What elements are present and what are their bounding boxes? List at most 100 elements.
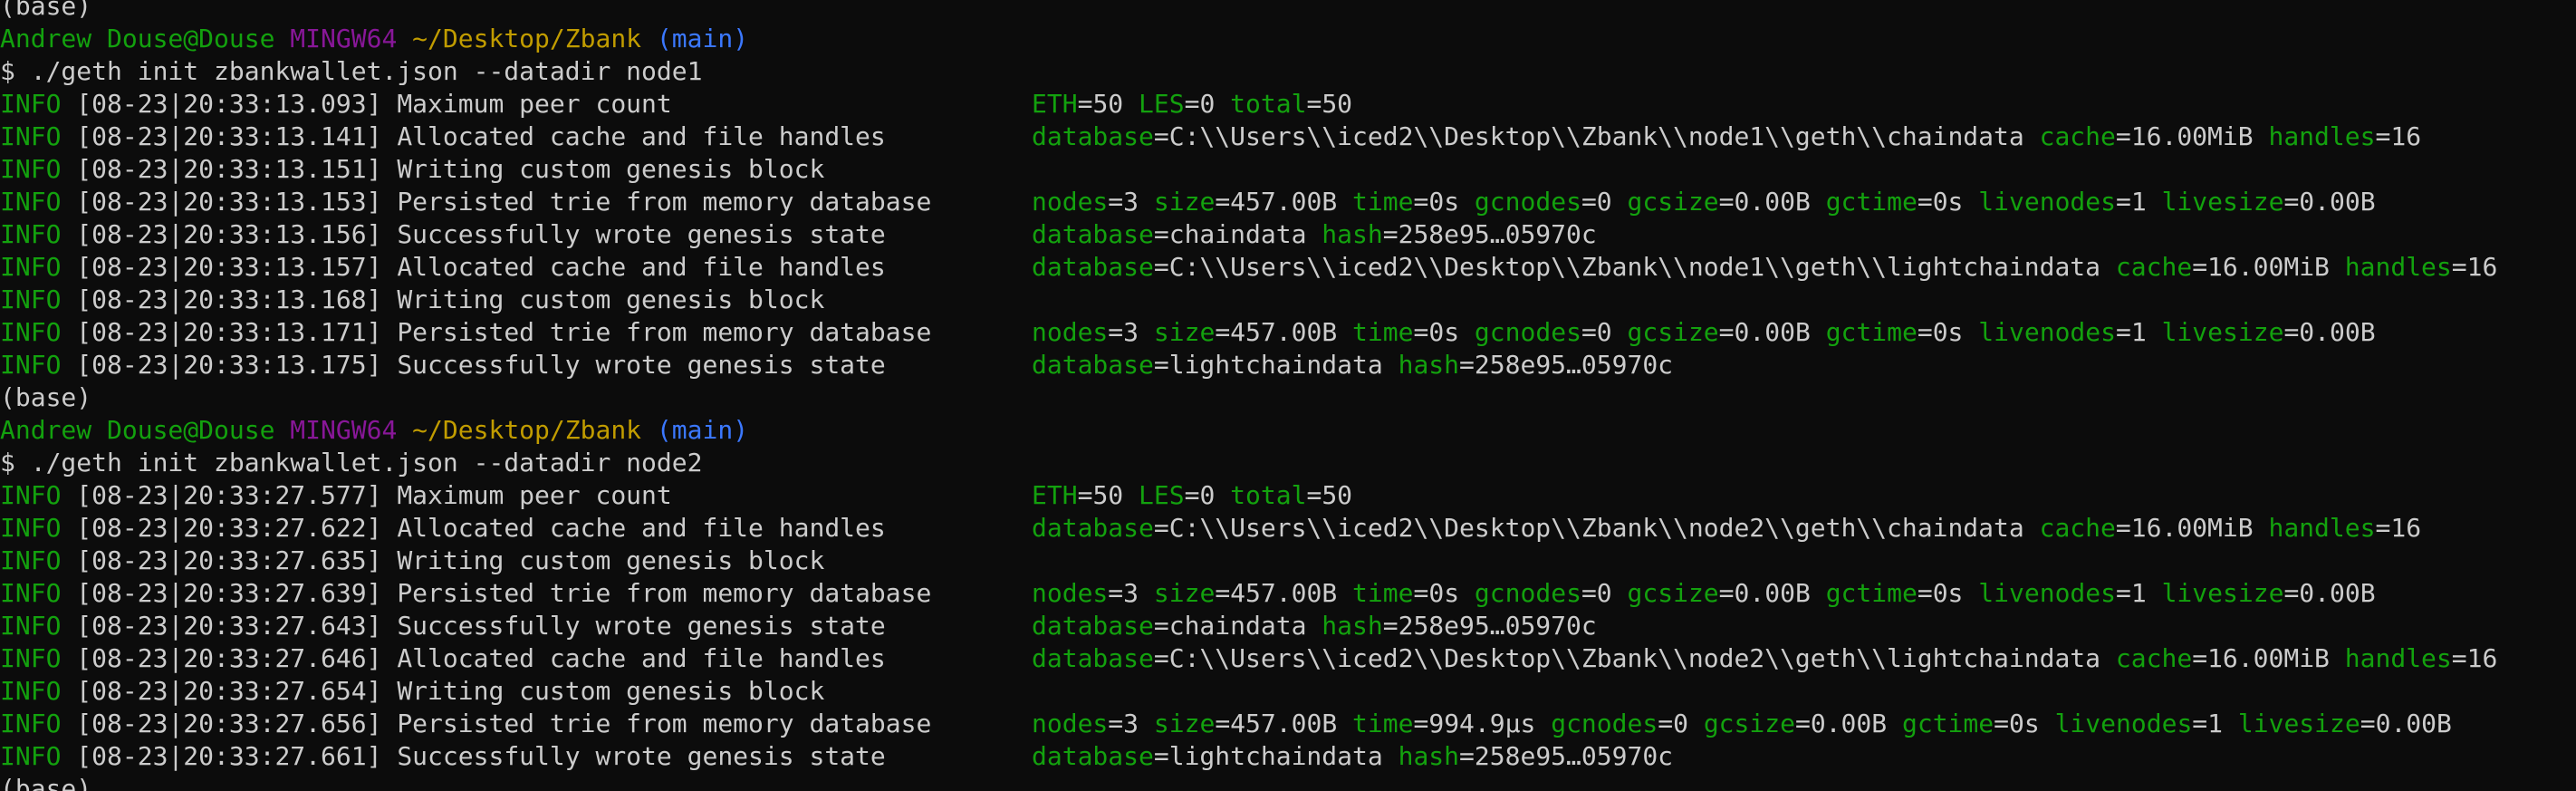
log-context-value: 457.00B (1230, 709, 1338, 738)
log-message: Allocated cache and file handles (397, 252, 886, 282)
log-message: Persisted trie from memory database (397, 317, 932, 347)
log-context-key: cache (2039, 121, 2116, 151)
log-context-equals: = (1077, 89, 1093, 119)
log-context-key: cache (2115, 252, 2193, 282)
log-context-equals: = (1459, 741, 1475, 771)
log-context-column: database=lightchaindata hash=258e95…0597… (1032, 740, 1673, 773)
log-level: INFO (0, 741, 62, 771)
log-message-column: INFO [08-23|20:33:27.577] Maximum peer c… (0, 479, 672, 512)
log-context-value: 0.00B (2299, 187, 2376, 217)
log-context-value: 258e95…05970c (1398, 611, 1597, 641)
log-context-value: 0 (1199, 89, 1216, 119)
log-message-column: INFO [08-23|20:33:27.635] Writing custom… (0, 545, 824, 577)
log-context-value: 258e95…05970c (1474, 741, 1674, 771)
log-context-equals: = (1917, 187, 1933, 217)
log-timestamp: [08-23|20:33:27.643] (76, 611, 382, 641)
shell-prompt: Andrew Douse@Douse MINGW64 ~/Desktop/Zba… (0, 23, 748, 55)
log-context-equals: = (1581, 578, 1597, 608)
log-message-column: INFO [08-23|20:33:13.141] Allocated cach… (0, 121, 886, 153)
log-message-column: INFO [08-23|20:33:27.646] Allocated cach… (0, 642, 886, 675)
log-context-equals: = (1215, 187, 1231, 217)
log-context-key: gcnodes (1474, 187, 1581, 217)
log-context-equals: = (1917, 578, 1933, 608)
terminal-window[interactable]: (base) Andrew Douse@Douse MINGW64 ~/Deskt… (0, 0, 2576, 791)
log-context-equals: = (1718, 187, 1735, 217)
log-context-key: time (1352, 709, 1414, 738)
conda-env-line: (base) (0, 773, 91, 791)
log-context-column: database=C:\\Users\\iced2\\Desktop\\Zban… (1032, 121, 2421, 153)
log-context-key: time (1352, 317, 1414, 347)
log-context-equals: = (1917, 317, 1933, 347)
log-context-equals: = (1215, 578, 1231, 608)
log-context-equals: = (2375, 513, 2391, 543)
log-context-value: 3 (1123, 578, 1139, 608)
log-context-column: nodes=3 size=457.00B time=0s gcnodes=0 g… (1032, 577, 2376, 610)
log-level: INFO (0, 350, 62, 380)
log-context-column: database=chaindata hash=258e95…05970c (1032, 218, 1597, 251)
log-message: Writing custom genesis block (397, 285, 825, 314)
log-context-column: ETH=50 LES=0 total=50 (1032, 88, 1352, 121)
log-level: INFO (0, 219, 62, 249)
log-timestamp: [08-23|20:33:13.157] (76, 252, 382, 282)
log-context-key: hash (1398, 350, 1460, 380)
log-context-value: C:\\Users\\iced2\\Desktop\\Zbank\\node1\… (1168, 252, 2101, 282)
log-message-column: INFO [08-23|20:33:13.168] Writing custom… (0, 284, 824, 316)
prompt-msystem: MINGW64 (290, 415, 398, 445)
log-context-key: gcnodes (1551, 709, 1658, 738)
log-context-equals: = (1153, 350, 1169, 380)
log-context-equals: = (1581, 317, 1597, 347)
log-context-value: C:\\Users\\iced2\\Desktop\\Zbank\\node2\… (1168, 513, 2024, 543)
prompt-msystem: MINGW64 (290, 24, 398, 53)
log-context-value: 16.00MiB (2207, 252, 2330, 282)
conda-env-line: (base) (0, 0, 91, 23)
log-context-equals: = (1994, 709, 2009, 738)
prompt-path: ~/Desktop/Zbank (412, 24, 642, 53)
log-context-value: 0s (1428, 187, 1460, 217)
log-context-value: 994.9µs (1428, 709, 1536, 738)
log-context-key: livenodes (1978, 578, 2116, 608)
log-context-value: 50 (1092, 480, 1124, 510)
log-context-key: nodes (1032, 709, 1109, 738)
log-message-column: INFO [08-23|20:33:13.156] Successfully w… (0, 218, 886, 251)
log-context-value: 457.00B (1230, 578, 1338, 608)
log-context-equals: = (1413, 317, 1429, 347)
log-context-key: hash (1322, 219, 1383, 249)
log-context-equals: = (2375, 121, 2391, 151)
log-context-key: handles (2268, 121, 2376, 151)
log-context-key: livenodes (2054, 709, 2193, 738)
log-context-key: cache (2039, 513, 2116, 543)
log-message: Persisted trie from memory database (397, 187, 932, 217)
log-message-column: INFO [08-23|20:33:27.643] Successfully w… (0, 610, 886, 642)
log-message-column: INFO [08-23|20:33:27.654] Writing custom… (0, 675, 824, 708)
log-context-column: database=lightchaindata hash=258e95…0597… (1032, 349, 1673, 381)
log-context-equals: = (1153, 741, 1169, 771)
log-message: Allocated cache and file handles (397, 513, 886, 543)
log-context-value: lightchaindata (1168, 741, 1383, 771)
log-context-value: 0.00B (2299, 578, 2376, 608)
log-context-equals: = (1108, 317, 1124, 347)
log-context-equals: = (1108, 187, 1124, 217)
log-context-equals: = (2116, 187, 2131, 217)
log-context-key: database (1032, 350, 1154, 380)
log-message-column: INFO [08-23|20:33:13.093] Maximum peer c… (0, 88, 672, 121)
log-level: INFO (0, 545, 62, 575)
log-context-key: database (1032, 513, 1154, 543)
log-context-equals: = (1184, 480, 1200, 510)
log-context-key: gcnodes (1474, 578, 1581, 608)
log-message-column: INFO [08-23|20:33:13.171] Persisted trie… (0, 316, 931, 349)
log-context-equals: = (1413, 578, 1429, 608)
log-context-key: nodes (1032, 187, 1109, 217)
log-context-key: gcsize (1627, 578, 1719, 608)
log-context-key: livenodes (1978, 317, 2116, 347)
log-context-equals: = (1718, 317, 1735, 347)
log-context-value: 50 (1322, 89, 1353, 119)
log-level: INFO (0, 317, 62, 347)
log-context-equals: = (2192, 709, 2208, 738)
log-level: INFO (0, 252, 62, 282)
log-context-equals: = (1215, 317, 1231, 347)
log-timestamp: [08-23|20:33:27.661] (76, 741, 382, 771)
log-message: Persisted trie from memory database (397, 709, 932, 738)
log-context-value: 0s (1932, 578, 1964, 608)
log-level: INFO (0, 611, 62, 641)
log-message: Allocated cache and file handles (397, 643, 886, 673)
